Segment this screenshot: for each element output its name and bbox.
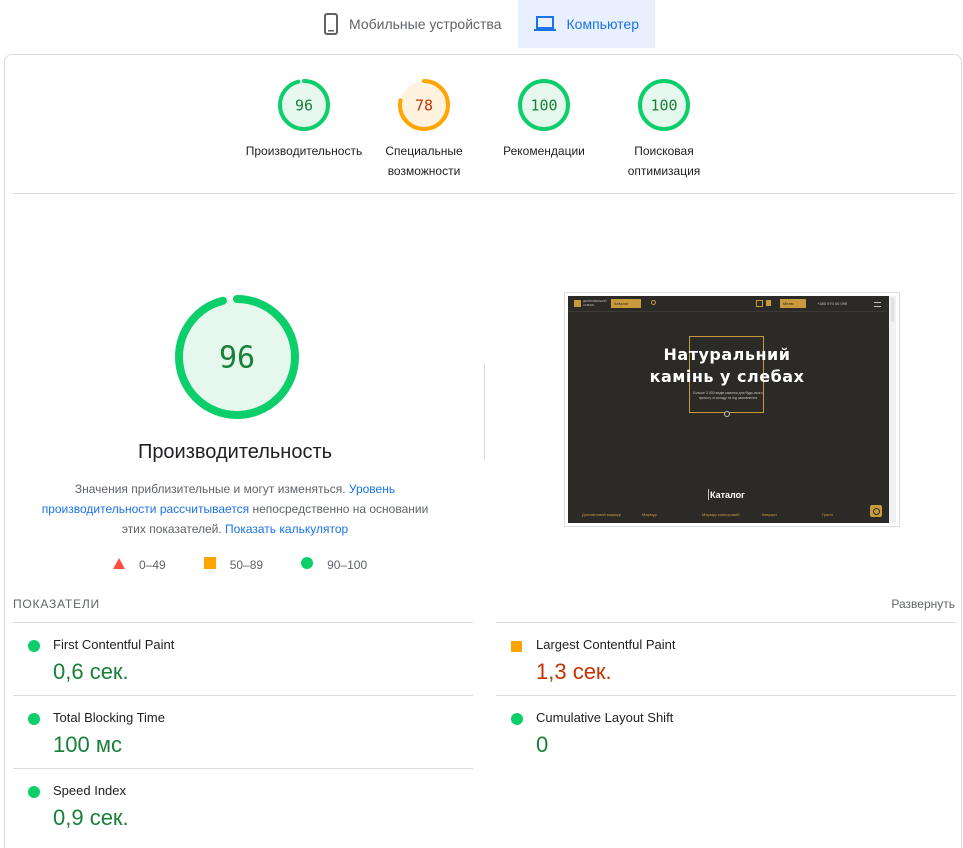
circle-icon: [28, 785, 40, 803]
site-header: ДНІПРОВСЬКИЙ КАМІНЬ Каталог Меню +380 97…: [568, 296, 886, 312]
circle-icon: [28, 712, 40, 730]
tab-desktop-label: Компьютер: [566, 16, 639, 32]
site-menu-button: Меню: [780, 299, 806, 308]
catalog-heading: Каталог: [710, 490, 745, 500]
metric-cls: Cumulative Layout Shift 0: [496, 695, 956, 768]
metric-value: 100 мс: [53, 732, 122, 757]
catalog-bar: [708, 489, 709, 500]
site-logo-icon: [574, 300, 581, 307]
site-catalog-button: Каталог: [611, 299, 641, 308]
gauge-accessibility[interactable]: 78 Специальные возможности: [364, 79, 484, 181]
gauge-seo[interactable]: 100 Поисковая оптимизация: [604, 79, 724, 181]
category-list: Доломітовий мармур Мармур Мармур кольоро…: [582, 512, 886, 517]
gauge-ring: 100: [518, 79, 570, 131]
show-calculator-link[interactable]: Показать калькулятор: [225, 522, 348, 536]
vertical-divider: [484, 363, 485, 459]
cart-icon: [756, 300, 763, 307]
cart-badge: [766, 300, 771, 306]
gauge-label: Специальные возможности: [385, 144, 463, 178]
site-phone: +380 970 00 099: [817, 301, 848, 306]
hero-subtitle: Більше 3 000 видів каміння для будь-яког…: [693, 391, 763, 400]
gauge-label: Поисковая оптимизация: [627, 144, 701, 178]
report-card: 96 Производительность 78 Специальные воз…: [4, 54, 962, 848]
gauge-label: Рекомендации: [503, 144, 585, 158]
category-item: Кварцит: [762, 512, 778, 517]
screenshot-viewport: ДНІПРОВСЬКИЙ КАМІНЬ Каталог Меню +380 97…: [568, 296, 896, 523]
laptop-icon: [533, 16, 556, 32]
metric-si: Speed Index 0,9 сек.: [13, 768, 473, 841]
performance-description: Значения приблизительные и могут изменят…: [35, 479, 435, 539]
tab-mobile-label: Мобильные устройства: [349, 16, 502, 32]
gauge-score: 96: [219, 341, 255, 376]
metric-fcp: First Contentful Paint 0,6 сек.: [13, 622, 473, 695]
circle-icon: [511, 712, 523, 730]
scrollbar-track: [889, 296, 896, 523]
site-logo-text: ДНІПРОВСЬКИЙ КАМІНЬ: [583, 299, 607, 307]
gauge-score: 100: [650, 96, 677, 114]
metric-name: Cumulative Layout Shift: [536, 710, 674, 725]
expand-toggle[interactable]: Развернуть: [891, 597, 955, 611]
hero-heading: Натуральний камінь у слебах: [628, 344, 826, 388]
device-tabs: Мобильные устройства Компьютер: [0, 0, 963, 48]
hamburger-icon: [874, 302, 881, 307]
gauge-label: Производительность: [245, 144, 363, 158]
desc-text: Значения приблизительные и могут изменят…: [74, 482, 349, 496]
performance-title: Производительность: [137, 441, 333, 463]
tab-mobile[interactable]: Мобильные устройства: [308, 0, 518, 48]
gauge-score: 78: [415, 96, 433, 114]
circle-icon: [301, 557, 314, 572]
circle-icon: [28, 639, 40, 657]
legend-poor: 0–49: [113, 557, 166, 572]
gauge-ring-large: 96: [175, 295, 299, 419]
legend-average: 50–89: [203, 557, 264, 572]
smartphone-icon: [324, 13, 338, 35]
scrollbar-thumb: [891, 298, 894, 322]
metrics-header: ПОКАЗАТЕЛИ Развернуть: [13, 597, 955, 621]
category-item: Доломітовий мармур: [582, 512, 622, 517]
category-item: Мармур кольоровий: [702, 512, 740, 517]
gauge-ring: 78: [398, 79, 450, 131]
category-gauges: 96 Производительность 78 Специальные воз…: [5, 79, 963, 181]
scroll-down-icon: [724, 411, 730, 417]
performance-gauge-large: 96: [175, 295, 299, 424]
score-legend: 0–49 50–89 90–100: [113, 557, 405, 572]
gauge-score: 96: [295, 96, 313, 114]
square-icon: [511, 639, 522, 657]
search-icon: [651, 300, 656, 305]
metric-name: Largest Contentful Paint: [536, 637, 676, 652]
metric-value: 0,6 сек.: [53, 659, 129, 684]
metric-tbt: Total Blocking Time 100 мс: [13, 695, 473, 768]
legend-good: 90–100: [301, 557, 367, 572]
metric-name: First Contentful Paint: [53, 637, 175, 652]
metrics-title: ПОКАЗАТЕЛИ: [13, 597, 100, 611]
category-item: Мармур: [642, 512, 657, 517]
metric-name: Speed Index: [53, 783, 127, 798]
square-icon: [203, 557, 216, 572]
tab-desktop[interactable]: Компьютер: [517, 0, 655, 48]
page-screenshot[interactable]: ДНІПРОВСЬКИЙ КАМІНЬ Каталог Меню +380 97…: [564, 292, 900, 527]
divider: [13, 193, 955, 194]
gauge-ring: 100: [638, 79, 690, 131]
gauge-ring: 96: [278, 79, 330, 131]
metric-value: 1,3 сек.: [536, 659, 612, 684]
metric-name: Total Blocking Time: [53, 710, 165, 725]
gauge-best-practices[interactable]: 100 Рекомендации: [484, 79, 604, 181]
metric-value: 0,9 сек.: [53, 805, 129, 830]
hero-line: камінь у слебах: [649, 367, 805, 386]
gauge-score: 100: [530, 96, 557, 114]
legend-range: 0–49: [139, 557, 166, 572]
legend-range: 90–100: [327, 557, 368, 572]
gauge-performance[interactable]: 96 Производительность: [244, 79, 364, 181]
hero-line: Натуральний: [663, 345, 791, 364]
metric-lcp: Largest Contentful Paint 1,3 сек.: [496, 622, 956, 695]
legend-range: 50–89: [229, 557, 264, 572]
chat-icon: [870, 505, 882, 517]
metric-value: 0: [536, 732, 549, 757]
triangle-icon: [113, 557, 125, 572]
